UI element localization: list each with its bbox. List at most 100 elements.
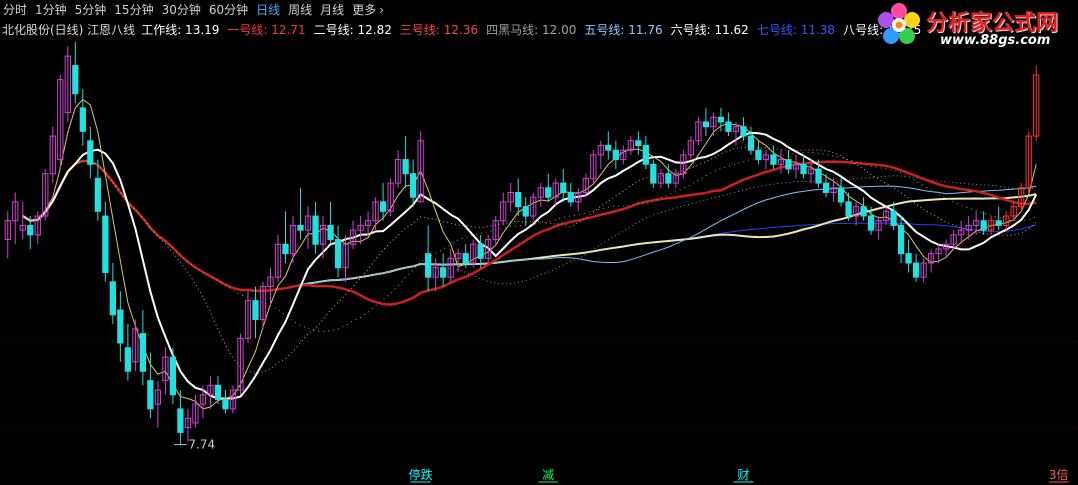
candle-body (177, 408, 184, 433)
legend-value: : 12.82 (349, 22, 392, 37)
candle-body (642, 144, 649, 165)
candle-body (635, 140, 642, 146)
legend-item-3: 三号线: 12.36 (400, 21, 478, 38)
candle-body (612, 149, 619, 161)
candle-body (425, 253, 432, 278)
tab-1[interactable]: 1分钟 (35, 1, 67, 18)
candle-body (312, 215, 319, 245)
legend-value: : 11.76 (620, 22, 663, 37)
signal-label: 财 (737, 468, 749, 482)
legend-value: : 11.62 (706, 22, 749, 37)
candle-body (567, 192, 574, 203)
candle-body (717, 116, 725, 123)
legend-value: : 12.36 (435, 22, 479, 37)
legend-value: : 11.38 (792, 22, 836, 37)
candle-body (334, 239, 342, 269)
candle-body (462, 253, 469, 264)
tab-5[interactable]: 60分钟 (209, 1, 248, 18)
candle-body (440, 267, 447, 278)
candle-body (410, 173, 417, 198)
tab-4[interactable]: 30分钟 (162, 1, 201, 18)
period-toolbar: 分时 1分钟 5分钟 15分钟 30分钟 60分钟 日线 周线 月线 更多 › (0, 0, 392, 19)
candle-body (980, 220, 987, 231)
legend-name: 工作线 (141, 22, 178, 37)
candle-body (94, 177, 101, 212)
tab-7[interactable]: 周线 (288, 1, 312, 18)
min-price-label: 7.74 (188, 438, 215, 452)
legend-value: : 12.71 (263, 22, 306, 37)
candle-body (109, 281, 116, 316)
candle-body (222, 398, 229, 410)
candle-body (402, 159, 409, 175)
candle-body (379, 201, 387, 212)
tab-3[interactable]: 15分钟 (114, 1, 153, 18)
tab-8[interactable]: 月线 (320, 1, 344, 18)
chart-title: 北化股份(日线) 江恩八线 (2, 22, 136, 37)
candle-body (665, 173, 672, 184)
legend-name: 二号线 (313, 22, 350, 37)
candle-body (860, 206, 867, 217)
candle-body (515, 192, 522, 208)
candle-body (770, 154, 777, 165)
candle-body (702, 121, 710, 128)
candle-body (800, 163, 807, 175)
candle-body (214, 384, 222, 400)
flower-logo-icon (878, 3, 920, 44)
candle-body (124, 347, 131, 372)
candlestick-chart[interactable]: 7.74 停跌 减 财 3倍 (0, 0, 1078, 485)
legend-name: 一号线 (227, 22, 264, 37)
line-eight (22, 146, 1037, 375)
site-logo: 分析家公式网 www.88gs.com (876, 2, 1072, 52)
legend-name: 六号线 (670, 22, 707, 37)
legend-name: 五号线 (584, 22, 621, 37)
grid-lines (0, 341, 1078, 428)
legend-item-1: 一号线: 12.71 (227, 21, 305, 38)
candle-body (995, 220, 1002, 226)
candle-body (822, 182, 830, 194)
candle-body (297, 224, 304, 231)
candle-body (740, 126, 747, 137)
candle-body (897, 224, 905, 255)
candle-body (785, 159, 792, 170)
candle-body (650, 163, 657, 184)
candle-body (282, 243, 289, 255)
tab-2[interactable]: 5分钟 (75, 1, 107, 18)
tab-0[interactable]: 分时 (3, 1, 27, 18)
signal-label: 停跌 (409, 467, 433, 482)
candle-body (87, 140, 94, 165)
candle-body (522, 206, 529, 217)
candle-body (139, 333, 147, 372)
tab-6[interactable]: 日线 (256, 1, 280, 18)
legend-item-0: 工作线: 13.19 (141, 21, 219, 38)
indicator-legend: 北化股份(日线) 江恩八线 工作线: 13.19 一号线: 12.71 二号线: 1… (2, 21, 929, 37)
candle-body (169, 356, 177, 396)
legend-value: : 13.19 (177, 22, 220, 37)
chevron-right-icon: › (379, 3, 385, 17)
candle-body (477, 243, 484, 259)
candle-body (912, 262, 920, 278)
signal-label: 3倍 (1049, 467, 1069, 482)
legend-item-4: 四黑马线: 12.00 (486, 21, 576, 38)
candle-body (867, 215, 875, 231)
legend-name: 四黑马线 (486, 22, 535, 37)
tab-9[interactable]: 更多 › (352, 1, 384, 18)
candle-body (545, 187, 552, 198)
candle-body (327, 224, 334, 241)
candle-body (147, 380, 154, 410)
chart-annotations: 7.74 停跌 减 财 3倍 (174, 438, 1069, 483)
chart-window: 7.74 停跌 减 财 3倍 分时 1分钟 5分钟 15分钟 30分钟 60分钟 日线 周线 月线 更多 ›… (0, 0, 1078, 485)
candle-body (117, 309, 124, 344)
candle-body (755, 149, 762, 161)
candle-body (560, 182, 567, 194)
candle-body (252, 300, 259, 320)
candle-body (845, 201, 852, 217)
legend-item-7: 七号线: 11.38 (757, 21, 835, 38)
legend-value: : 12.00 (534, 22, 577, 37)
candle-body (27, 224, 34, 236)
candle-body (815, 168, 822, 184)
candle-body (725, 121, 732, 132)
signal-label: 减 (542, 468, 554, 482)
candle-body (72, 65, 79, 95)
legend-item-6: 六号线: 11.62 (671, 21, 749, 38)
candle-body (102, 215, 109, 273)
